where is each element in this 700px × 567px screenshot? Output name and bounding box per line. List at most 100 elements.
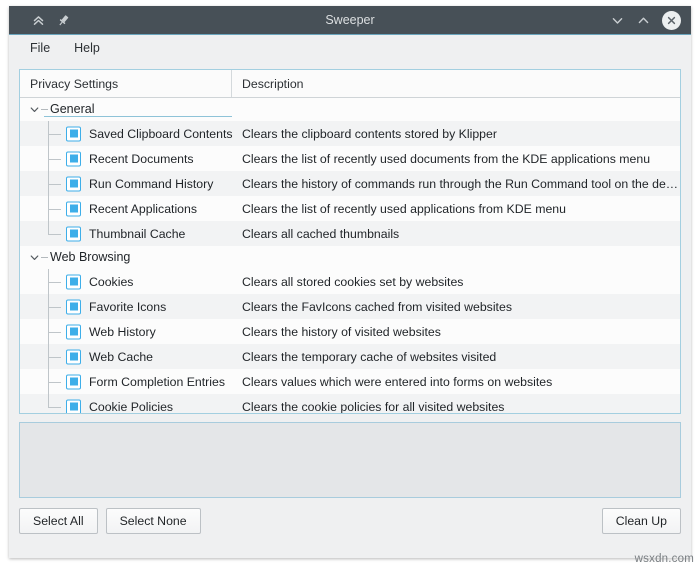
- tree-item-label: Favorite Icons: [20, 300, 166, 314]
- tree-line-horizontal: [48, 307, 61, 308]
- tree-item-saved-clipboard-contents[interactable]: Saved Clipboard Contents: [20, 121, 232, 146]
- select-none-button[interactable]: Select None: [106, 508, 201, 534]
- checkbox-cookie-policies[interactable]: [66, 399, 81, 414]
- column-header-description[interactable]: Description: [232, 70, 680, 97]
- tree-line-horizontal: [48, 357, 61, 358]
- tree-item-label: Web History: [20, 325, 156, 339]
- tree-line-horizontal: [48, 332, 61, 333]
- tree-item-description: Clears all cached thumbnails: [232, 227, 680, 241]
- group-underline: [44, 116, 232, 117]
- status-log-panel[interactable]: [19, 422, 681, 498]
- tree-item-description: Clears the history of visited websites: [232, 325, 680, 339]
- table-row[interactable]: Web Cache Clears the temporary cache of …: [20, 344, 680, 369]
- table-row[interactable]: Thumbnail Cache Clears all cached thumbn…: [20, 221, 680, 246]
- tree-line-horizontal: [48, 282, 61, 283]
- tree-item-recent-documents[interactable]: Recent Documents: [20, 146, 232, 171]
- table-row[interactable]: Recent Documents Clears the list of rece…: [20, 146, 680, 171]
- tree-item-run-command-history[interactable]: Run Command History: [20, 171, 232, 196]
- tree-item-cookie-policies[interactable]: Cookie Policies: [20, 394, 232, 414]
- tree-header-row: Privacy Settings Description: [20, 70, 680, 98]
- tree-item-description: Clears the cookie policies for all visit…: [232, 400, 680, 414]
- group-general-header[interactable]: General: [20, 102, 94, 117]
- tree-item-description: Clears the temporary cache of websites v…: [232, 350, 680, 364]
- menu-file[interactable]: File: [21, 38, 59, 58]
- tree-item-description: Clears all stored cookies set by website…: [232, 275, 680, 289]
- table-row[interactable]: Web History Clears the history of visite…: [20, 319, 680, 344]
- tree-item-favorite-icons[interactable]: Favorite Icons: [20, 294, 232, 319]
- tree-item-label: Web Cache: [20, 350, 153, 364]
- window-title: Sweeper: [9, 13, 691, 27]
- checkbox-web-cache[interactable]: [66, 349, 81, 364]
- checkbox-saved-clipboard-contents[interactable]: [66, 126, 81, 141]
- table-row[interactable]: Cookies Clears all stored cookies set by…: [20, 269, 680, 294]
- tree-item-label: Recent Applications: [20, 202, 197, 216]
- column-header-privacy-settings[interactable]: Privacy Settings: [20, 70, 232, 97]
- tree-item-description: Clears the history of commands run throu…: [232, 177, 680, 191]
- tree-line-horizontal: [48, 134, 61, 135]
- minimize-icon[interactable]: [610, 13, 625, 28]
- tree-group-general[interactable]: General: [20, 98, 680, 121]
- tree-line-horizontal: [48, 159, 61, 160]
- checkbox-web-history[interactable]: [66, 324, 81, 339]
- chevron-down-icon[interactable]: [28, 251, 41, 264]
- tree-item-description: Clears the list of recently used documen…: [232, 152, 680, 166]
- tree-item-recent-applications[interactable]: Recent Applications: [20, 196, 232, 221]
- table-row[interactable]: Form Completion Entries Clears values wh…: [20, 369, 680, 394]
- tree-line-vertical: [48, 221, 49, 234]
- select-all-button[interactable]: Select All: [19, 508, 98, 534]
- tree-line-horizontal: [48, 209, 61, 210]
- main-content: Privacy Settings Description: [9, 61, 691, 558]
- tree-item-cookies[interactable]: Cookies: [20, 269, 232, 294]
- tree-item-form-completion-entries[interactable]: Form Completion Entries: [20, 369, 232, 394]
- title-bar-right-buttons: [610, 6, 681, 34]
- group-web-browsing-header[interactable]: Web Browsing: [20, 250, 130, 265]
- table-row[interactable]: Run Command History Clears the history o…: [20, 171, 680, 196]
- menu-bar: File Help: [9, 35, 691, 61]
- title-bar[interactable]: Sweeper: [9, 6, 691, 35]
- close-icon[interactable]: [662, 11, 681, 30]
- checkbox-thumbnail-cache[interactable]: [66, 226, 81, 241]
- maximize-icon[interactable]: [636, 13, 651, 28]
- sweeper-window: Sweeper: [9, 6, 691, 558]
- screenshot-root: Sweeper: [0, 0, 700, 567]
- tree-item-description: Clears the list of recently used applica…: [232, 202, 680, 216]
- menu-help[interactable]: Help: [65, 38, 109, 58]
- tree-item-thumbnail-cache[interactable]: Thumbnail Cache: [20, 221, 232, 246]
- tree-line-vertical: [48, 394, 49, 407]
- group-connector-dash: [41, 257, 48, 258]
- tree-line-horizontal: [48, 407, 61, 408]
- tree-item-description: Clears values which were entered into fo…: [232, 375, 680, 389]
- keep-above-pin-icon[interactable]: [56, 13, 71, 28]
- checkbox-recent-documents[interactable]: [66, 151, 81, 166]
- tree-line-horizontal: [48, 382, 61, 383]
- group-label: Web Browsing: [50, 250, 130, 265]
- chevron-down-icon[interactable]: [28, 103, 41, 116]
- checkbox-favorite-icons[interactable]: [66, 299, 81, 314]
- button-bar: Select All Select None Clean Up: [19, 508, 681, 534]
- title-bar-left-buttons: [9, 13, 71, 28]
- group-label: General: [50, 102, 94, 117]
- table-row[interactable]: Favorite Icons Clears the FavIcons cache…: [20, 294, 680, 319]
- table-row[interactable]: Recent Applications Clears the list of r…: [20, 196, 680, 221]
- table-row[interactable]: Saved Clipboard Contents Clears the clip…: [20, 121, 680, 146]
- checkbox-run-command-history[interactable]: [66, 176, 81, 191]
- tree-line-horizontal: [48, 184, 61, 185]
- tree-item-description: Clears the FavIcons cached from visited …: [232, 300, 680, 314]
- checkbox-cookies[interactable]: [66, 274, 81, 289]
- privacy-settings-tree[interactable]: Privacy Settings Description: [19, 69, 681, 414]
- tree-item-label: Cookie Policies: [20, 400, 173, 414]
- tree-group-web-browsing[interactable]: Web Browsing: [20, 246, 680, 269]
- checkbox-form-completion-entries[interactable]: [66, 374, 81, 389]
- tree-line-horizontal: [48, 234, 61, 235]
- table-row[interactable]: Cookie Policies Clears the cookie polici…: [20, 394, 680, 414]
- tree-item-web-cache[interactable]: Web Cache: [20, 344, 232, 369]
- shade-window-icon[interactable]: [31, 13, 46, 28]
- tree-item-label: Thumbnail Cache: [20, 227, 185, 241]
- tree-item-label: Recent Documents: [20, 152, 194, 166]
- checkbox-recent-applications[interactable]: [66, 201, 81, 216]
- tree-item-description: Clears the clipboard contents stored by …: [232, 127, 680, 141]
- watermark: wsxdn.com: [635, 553, 694, 565]
- tree-item-web-history[interactable]: Web History: [20, 319, 232, 344]
- clean-up-button[interactable]: Clean Up: [602, 508, 681, 534]
- group-connector-dash: [41, 109, 48, 110]
